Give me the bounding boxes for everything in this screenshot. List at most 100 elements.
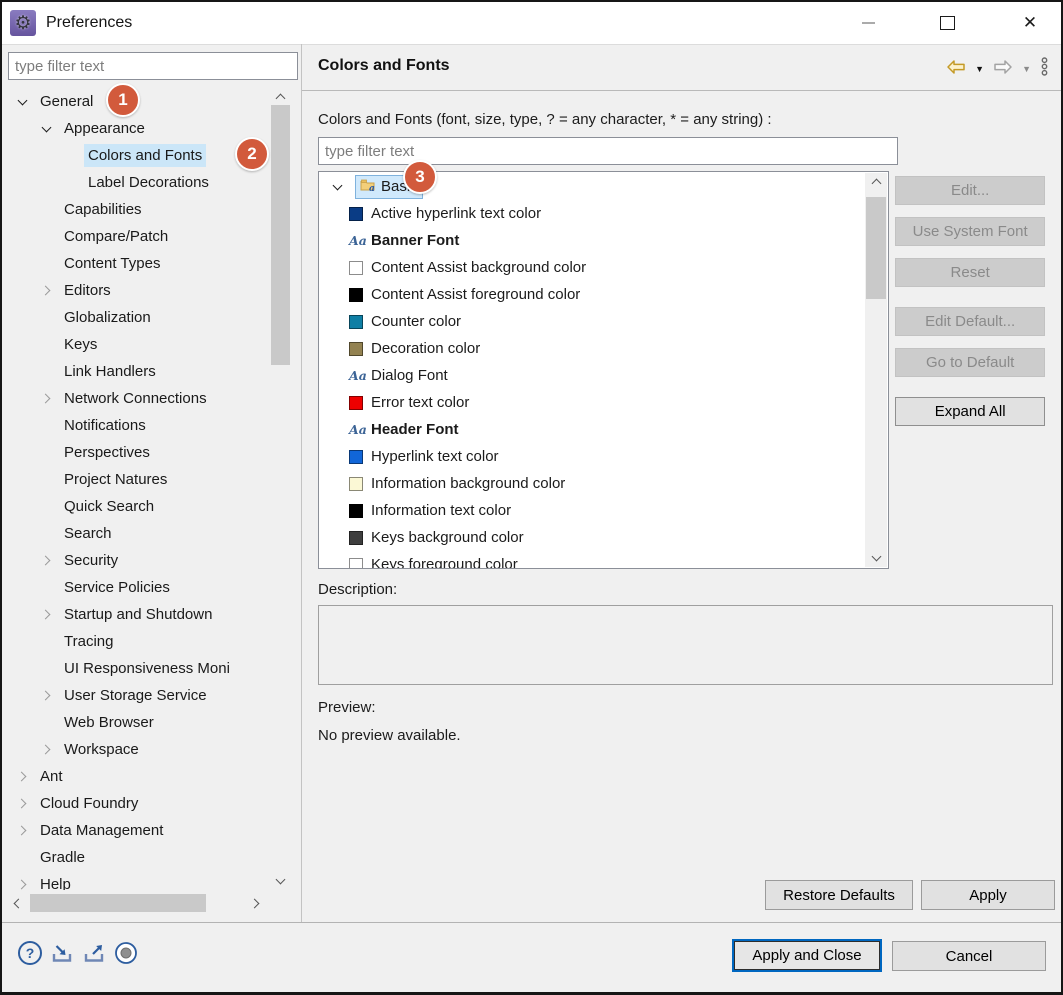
apply-and-close-button[interactable]: Apply and Close xyxy=(732,939,882,972)
fontlist-item-header-font[interactable]: AaHeader Font xyxy=(319,416,861,443)
sidebar-item-link-handlers[interactable]: Link Handlers xyxy=(2,358,268,385)
sidebar-item-help[interactable]: Help xyxy=(2,871,268,890)
export-icon[interactable] xyxy=(82,941,106,965)
collapsed-chevron-icon[interactable] xyxy=(14,800,30,807)
sidebar-item-data-management[interactable]: Data Management xyxy=(2,817,268,844)
color-swatch-icon xyxy=(349,315,363,329)
fontlist-item-dialog-font[interactable]: AaDialog Font xyxy=(319,362,861,389)
fontlist-item-keys-background-color[interactable]: Keys background color xyxy=(319,524,861,551)
page-header: Colors and Fonts ▼ ▼ xyxy=(302,44,1061,91)
collapsed-chevron-icon[interactable] xyxy=(38,746,54,753)
expanded-chevron-icon[interactable] xyxy=(38,127,54,131)
sidebar-item-ant[interactable]: Ant xyxy=(2,763,268,790)
sidebar-item-editors[interactable]: Editors xyxy=(2,277,268,304)
collapsed-chevron-icon[interactable] xyxy=(38,692,54,699)
minimize-button[interactable] xyxy=(846,2,890,44)
color-swatch-icon xyxy=(349,450,363,464)
fontlist-item-hyperlink-text-color[interactable]: Hyperlink text color xyxy=(319,443,861,470)
scrollbar-thumb[interactable] xyxy=(271,105,290,365)
view-menu-icon[interactable] xyxy=(1040,57,1049,81)
maximize-button[interactable] xyxy=(925,2,969,44)
sidebar-item-perspectives[interactable]: Perspectives xyxy=(2,439,268,466)
collapsed-chevron-icon[interactable] xyxy=(14,827,30,834)
sidebar-item-label: Gradle xyxy=(36,846,89,869)
scrollbar-thumb[interactable] xyxy=(30,894,206,912)
category-row-basic[interactable]: a Basic xyxy=(319,173,861,200)
fontlist-item-counter-color[interactable]: Counter color xyxy=(319,308,861,335)
fontlist-item-content-assist-background-color[interactable]: Content Assist background color xyxy=(319,254,861,281)
sidebar-item-cloud-foundry[interactable]: Cloud Foundry xyxy=(2,790,268,817)
fontlist-item-keys-foreground-color[interactable]: Keys foreground color xyxy=(319,551,861,569)
sidebar-item-workspace[interactable]: Workspace xyxy=(2,736,268,763)
sidebar-item-search[interactable]: Search xyxy=(2,520,268,547)
sidebar-item-colors-and-fonts[interactable]: Colors and Fonts xyxy=(2,142,268,169)
sidebar-item-gradle[interactable]: Gradle xyxy=(2,844,268,871)
scroll-left-icon[interactable] xyxy=(8,893,26,913)
sidebar-item-label: Keys xyxy=(60,333,101,356)
collapsed-chevron-icon[interactable] xyxy=(38,395,54,402)
fontlist-filter-input[interactable] xyxy=(318,137,898,165)
page-title: Colors and Fonts xyxy=(318,57,450,75)
sidebar-item-web-browser[interactable]: Web Browser xyxy=(2,709,268,736)
expanded-chevron-icon[interactable] xyxy=(14,100,30,104)
scroll-up-icon[interactable] xyxy=(270,88,291,106)
forward-history-menu-icon[interactable]: ▼ xyxy=(1022,65,1031,74)
fontlist-item-label: Keys background color xyxy=(371,529,524,546)
fontlist-item-information-background-color[interactable]: Information background color xyxy=(319,470,861,497)
cancel-button[interactable]: Cancel xyxy=(892,941,1046,971)
collapsed-chevron-icon[interactable] xyxy=(38,557,54,564)
fontlist-item-error-text-color[interactable]: Error text color xyxy=(319,389,861,416)
fontlist-vertical-scrollbar[interactable] xyxy=(865,173,887,567)
record-icon[interactable] xyxy=(114,941,138,965)
sidebar-filter-input[interactable] xyxy=(8,52,298,80)
sidebar-item-user-storage-service[interactable]: User Storage Service xyxy=(2,682,268,709)
scroll-right-icon[interactable] xyxy=(246,893,264,913)
sidebar-item-capabilities[interactable]: Capabilities xyxy=(2,196,268,223)
fontlist-item-label: Content Assist foreground color xyxy=(371,286,580,303)
help-icon[interactable]: ? xyxy=(18,941,42,965)
expand-all-button[interactable]: Expand All xyxy=(895,397,1045,426)
collapsed-chevron-icon[interactable] xyxy=(14,773,30,780)
sidebar-vertical-scrollbar[interactable] xyxy=(270,88,291,890)
sidebar-item-label-decorations[interactable]: Label Decorations xyxy=(2,169,268,196)
sidebar-item-network-connections[interactable]: Network Connections xyxy=(2,385,268,412)
sidebar-item-service-policies[interactable]: Service Policies xyxy=(2,574,268,601)
sidebar-item-project-natures[interactable]: Project Natures xyxy=(2,466,268,493)
fontlist-item-content-assist-foreground-color[interactable]: Content Assist foreground color xyxy=(319,281,861,308)
sidebar-item-notifications[interactable]: Notifications xyxy=(2,412,268,439)
font-sample-icon: Aa xyxy=(349,233,365,248)
import-icon[interactable] xyxy=(50,941,74,965)
sidebar-horizontal-scrollbar[interactable] xyxy=(8,893,264,913)
fontlist-item-information-text-color[interactable]: Information text color xyxy=(319,497,861,524)
fontlist-item-banner-font[interactable]: AaBanner Font xyxy=(319,227,861,254)
sidebar-item-content-types[interactable]: Content Types xyxy=(2,250,268,277)
apply-button[interactable]: Apply xyxy=(921,880,1055,910)
scrollbar-thumb[interactable] xyxy=(866,197,886,299)
sidebar-item-security[interactable]: Security xyxy=(2,547,268,574)
sidebar-item-compare-patch[interactable]: Compare/Patch xyxy=(2,223,268,250)
sidebar-item-startup-and-shutdown[interactable]: Startup and Shutdown xyxy=(2,601,268,628)
minimize-icon xyxy=(862,22,875,24)
close-button[interactable]: ✕ xyxy=(1008,2,1052,44)
sidebar-item-label: Network Connections xyxy=(60,387,211,410)
scroll-down-icon[interactable] xyxy=(270,872,291,890)
expanded-chevron-icon[interactable] xyxy=(329,185,345,189)
sidebar-item-ui-responsiveness-moni[interactable]: UI Responsiveness Moni xyxy=(2,655,268,682)
back-icon[interactable] xyxy=(946,59,966,80)
sidebar-item-globalization[interactable]: Globalization xyxy=(2,304,268,331)
collapsed-chevron-icon[interactable] xyxy=(38,611,54,618)
sidebar-item-quick-search[interactable]: Quick Search xyxy=(2,493,268,520)
fontlist-item-active-hyperlink-text-color[interactable]: Active hyperlink text color xyxy=(319,200,861,227)
sidebar-item-keys[interactable]: Keys xyxy=(2,331,268,358)
collapsed-chevron-icon[interactable] xyxy=(38,287,54,294)
scroll-up-icon[interactable] xyxy=(865,173,887,191)
fontlist-item-decoration-color[interactable]: Decoration color xyxy=(319,335,861,362)
back-history-menu-icon[interactable]: ▼ xyxy=(975,65,984,74)
sidebar-item-appearance[interactable]: Appearance xyxy=(2,115,268,142)
restore-defaults-button[interactable]: Restore Defaults xyxy=(765,880,913,910)
scroll-down-icon[interactable] xyxy=(865,549,887,567)
fontlist-item-label: Active hyperlink text color xyxy=(371,205,541,222)
sidebar-item-label: Quick Search xyxy=(60,495,158,518)
collapsed-chevron-icon[interactable] xyxy=(14,881,30,888)
sidebar-item-tracing[interactable]: Tracing xyxy=(2,628,268,655)
